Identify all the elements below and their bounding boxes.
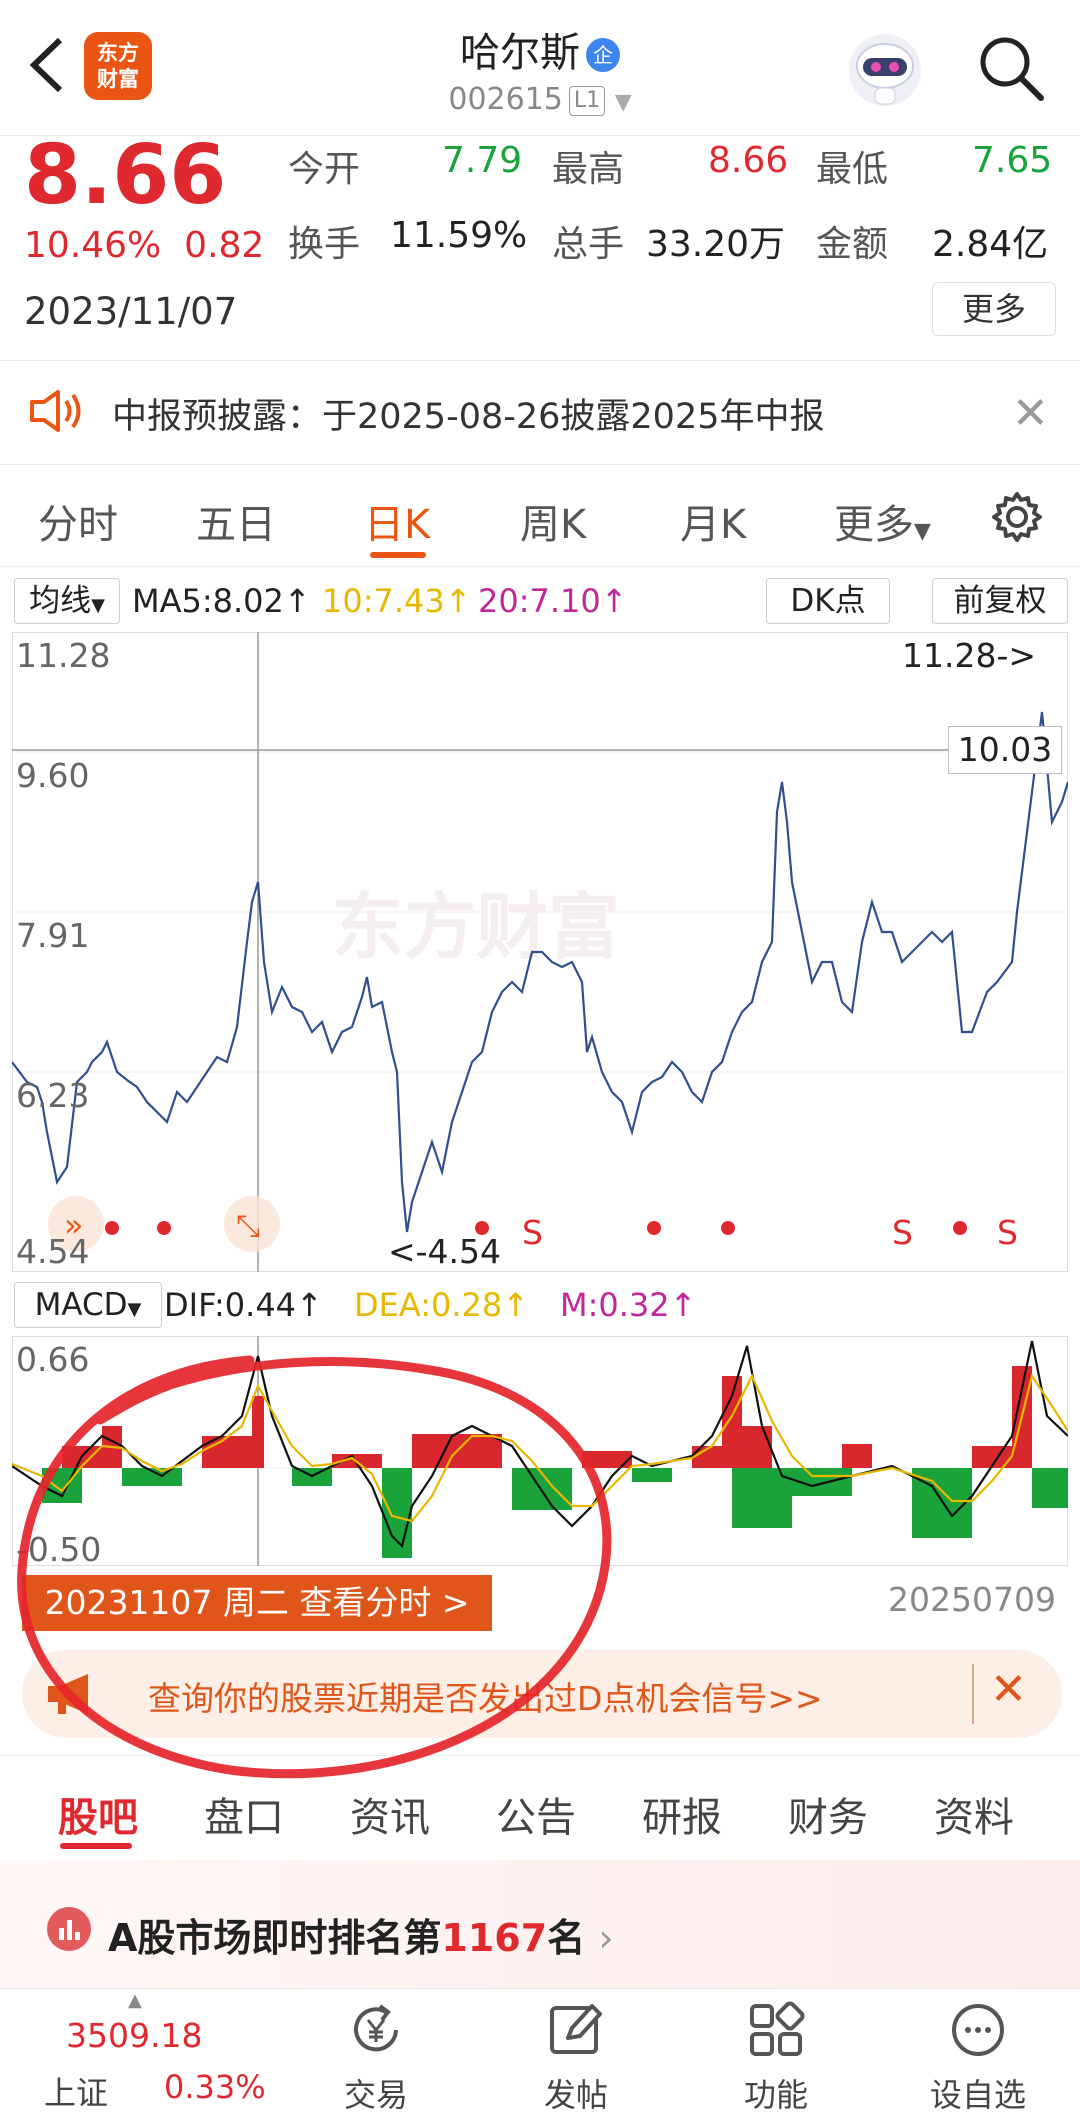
triangle-down-icon: ▼ [914,519,931,544]
high-value: 8.66 [708,140,789,181]
tab-more[interactable]: 更多▼ [834,492,931,550]
amount-value: 2.84亿 [932,224,1049,265]
chevron-down-icon: ▼ [614,90,632,115]
ma-selector[interactable]: 均线▼ [14,578,120,624]
banner-close-icon[interactable]: ✕ [990,1664,1027,1715]
y-label-max: 11.28 [16,636,111,675]
open-value: 7.79 [442,140,523,181]
functions-label[interactable]: 功能 [706,2070,846,2116]
tab-weekly-k[interactable]: 周K [520,492,586,550]
post-label[interactable]: 发帖 [506,2070,646,2116]
index-value[interactable]: 3509.18 [66,2016,202,2055]
active-tab-underline [60,1843,132,1849]
tab-monthly-k[interactable]: 月K [680,492,746,550]
svg-text:⤡: ⤡ [236,1209,260,1244]
crosshair-price-tag: 10.03 [948,726,1062,774]
notice-text[interactable]: 中报预披露：于2025-08-26披露2025年中报 [112,388,824,439]
banner-divider [972,1664,974,1724]
current-price: 8.66 [24,128,227,223]
sell-signal-s: S [892,1213,913,1252]
post-edit-icon[interactable] [546,2000,606,2060]
tab-daily-k[interactable]: 日K [364,492,430,550]
tab-research[interactable]: 研报 [642,1785,722,1843]
low-label: 最低 [816,149,889,190]
tab-five-day[interactable]: 五日 [196,492,276,550]
dif-value: DIF:0.44↑ [164,1286,323,1324]
macd-selector[interactable]: MACD▼ [14,1282,162,1328]
y-label: 6.23 [16,1076,90,1115]
active-tab-underline [370,552,426,558]
index-change: 0.33% [164,2068,266,2106]
search-icon[interactable] [975,32,1047,104]
sell-signal-s: S [997,1213,1018,1252]
close-icon[interactable]: ✕ [1012,388,1049,439]
trade-yen-icon[interactable] [346,2000,406,2060]
y-label-min: 4.54 [16,1232,90,1271]
divider [0,566,1080,567]
turnover-value: 11.59% [390,215,528,256]
chevron-right-icon: › [598,1916,614,1960]
max-marker: 11.28-> [902,636,1037,675]
ma5-value: MA5:8.02↑ [132,582,311,620]
tab-intraday[interactable]: 分时 [38,492,118,550]
caret-up-icon: ▲ [128,1990,142,2011]
dk-point-selector[interactable]: DK点 [766,578,890,624]
m-value: M:0.32↑ [560,1286,697,1324]
index-name: 上证 [44,2074,109,2112]
enterprise-badge: 企 [586,38,620,72]
trade-label[interactable]: 交易 [306,2070,446,2116]
market-rank-text[interactable]: A股市场即时排名第1167名 › [108,1907,614,1962]
more-quote-button[interactable]: 更多 [932,282,1056,336]
add-watchlist-icon[interactable] [948,2000,1008,2060]
min-marker: <-4.54 [388,1232,502,1271]
dea-value: DEA:0.28↑ [354,1286,530,1324]
quote-date: 2023/11/07 [24,290,238,333]
end-date-label: 20250709 [888,1580,1056,1619]
watermark: 东方财富 [332,885,620,969]
high-label: 最高 [552,149,625,190]
hand-drawn-annotation-circle [17,1355,612,1779]
price-chart[interactable]: 东方财富 S S S » ⤡ [12,632,1068,1272]
tab-profile[interactable]: 资料 [934,1785,1014,1843]
assistant-robot-icon[interactable] [845,30,925,110]
ma20-value: 20:7.10↑ [478,582,628,620]
volume-label: 总手 [552,224,625,265]
add-watchlist-label[interactable]: 设自选 [908,2070,1048,2116]
tab-finance[interactable]: 财务 [788,1785,868,1843]
divider [0,464,1080,465]
sell-signal-s: S [522,1213,543,1252]
adjust-selector[interactable]: 前复权 [932,578,1068,624]
amount-label: 金额 [816,224,889,265]
low-value: 7.65 [972,140,1053,181]
speaker-icon [30,390,81,432]
functions-grid-icon[interactable] [746,2000,806,2060]
settings-gear-icon[interactable] [990,490,1044,544]
ma10-value: 10:7.43↑ [322,582,472,620]
open-label: 今开 [288,149,361,190]
price-change: 10.46% 0.82 [24,225,265,266]
y-label: 9.60 [16,756,90,795]
divider [0,360,1080,361]
turnover-label: 换手 [288,224,361,265]
volume-value: 33.20万 [646,224,786,265]
y-label: 7.91 [16,916,90,955]
rank-chart-icon [47,1907,91,1951]
level-badge: L1 [568,85,606,116]
